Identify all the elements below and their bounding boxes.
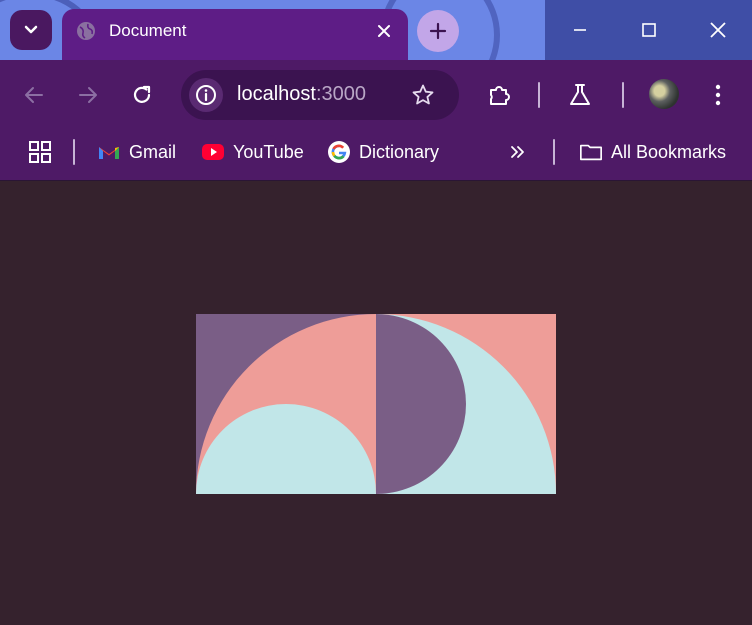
bookmark-gmail[interactable]: Gmail (97, 138, 176, 166)
kebab-menu-icon (715, 84, 721, 106)
site-info-button[interactable] (189, 78, 223, 112)
globe-icon (77, 22, 95, 40)
browser-window: Document localhost:3000 Gmail YouTube Di… (0, 0, 752, 625)
bookmark-label: Gmail (129, 141, 177, 162)
chevron-down-icon (24, 25, 38, 34)
toolbar-separator (622, 82, 624, 108)
close-icon[interactable] (374, 21, 394, 41)
maximize-button[interactable] (614, 0, 683, 60)
bookmark-label: YouTube (233, 141, 304, 162)
back-arrow-icon (25, 87, 43, 103)
minimize-icon (573, 29, 586, 31)
star-icon[interactable] (411, 83, 435, 107)
bookmarks-separator (553, 139, 555, 165)
geometric-artwork (196, 314, 556, 494)
address-bar[interactable]: localhost:3000 (181, 70, 459, 120)
apps-button[interactable] (28, 138, 52, 166)
tab-search-button[interactable] (10, 10, 52, 50)
labs-button[interactable] (567, 82, 593, 108)
all-bookmarks-button[interactable]: All Bookmarks (579, 138, 726, 166)
info-icon (196, 85, 216, 105)
tab-title: Document (109, 21, 187, 40)
reload-icon (133, 85, 151, 103)
flask-icon (570, 84, 590, 105)
youtube-icon (201, 140, 225, 164)
toolbar-separator (538, 82, 540, 108)
bookmarks-separator (73, 139, 75, 165)
url-port: :3000 (315, 83, 366, 105)
bookmarks-overflow-button[interactable] (508, 138, 528, 166)
minimize-button[interactable] (545, 0, 614, 60)
extensions-button[interactable] (487, 82, 513, 108)
bookmarks-bar: Gmail YouTube Dictionary All Bookmarks (0, 130, 752, 181)
menu-button[interactable] (705, 82, 731, 108)
maximize-icon (641, 23, 656, 37)
url-text[interactable]: localhost:3000 (237, 83, 366, 106)
google-icon (327, 140, 351, 164)
reload-button[interactable] (129, 82, 155, 108)
close-window-button[interactable] (683, 0, 752, 60)
gmail-icon (97, 140, 121, 164)
all-bookmarks-label: All Bookmarks (611, 141, 727, 162)
forward-arrow-icon (79, 87, 97, 103)
close-icon (709, 22, 726, 38)
folder-icon (579, 140, 603, 164)
double-chevron-icon (511, 146, 524, 158)
tab-strip: Document (0, 0, 752, 60)
back-button[interactable] (21, 82, 47, 108)
forward-button[interactable] (75, 82, 101, 108)
bookmark-dictionary[interactable]: Dictionary (327, 138, 439, 166)
tab-document[interactable]: Document (62, 9, 408, 60)
bookmark-label: Dictionary (359, 141, 440, 162)
new-tab-button[interactable] (417, 10, 459, 52)
page-content (0, 182, 752, 625)
url-host: localhost (237, 83, 316, 105)
bookmark-youtube[interactable]: YouTube (201, 138, 304, 166)
plus-icon (429, 22, 447, 40)
puzzle-icon (490, 86, 510, 105)
profile-avatar[interactable] (649, 79, 679, 109)
toolbar: localhost:3000 (0, 60, 752, 130)
apps-grid-icon (29, 141, 51, 163)
